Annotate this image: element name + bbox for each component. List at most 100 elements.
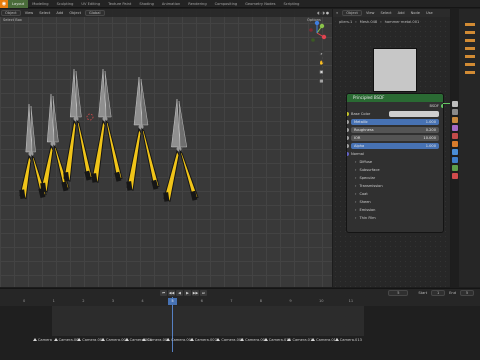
input-socket[interactable] <box>347 136 349 140</box>
workspace-tab[interactable]: Shading <box>135 0 158 8</box>
bsdf-output-socket[interactable] <box>441 104 443 108</box>
playhead-frame[interactable]: 5 <box>168 298 177 305</box>
node-title[interactable]: Principled BSDF <box>347 94 443 102</box>
node-value-slider[interactable]: Metallic 1.000 <box>351 119 439 125</box>
outliner-item-icon[interactable] <box>465 63 475 66</box>
node-panel-toggle[interactable]: › Specular <box>347 174 443 182</box>
pliers-jaw <box>104 70 112 118</box>
chevron-right-icon: › <box>355 192 357 196</box>
node-panel-toggle[interactable]: › Subsurface <box>347 166 443 174</box>
use-nodes-toggle[interactable]: Use <box>423 11 436 15</box>
camera-icon[interactable]: ▣ <box>318 68 325 75</box>
ruler-frame-number: 11 <box>348 299 354 303</box>
input-socket[interactable] <box>347 128 349 132</box>
node-value-slider[interactable]: Roughness 0.200 <box>351 127 439 133</box>
outliner-item-icon[interactable] <box>465 55 475 58</box>
workspace-tab[interactable]: Compositing <box>211 0 242 8</box>
node-panel-toggle[interactable]: › Thin Film <box>347 214 443 222</box>
navigation-gizmo[interactable] <box>304 20 330 46</box>
playhead[interactable] <box>172 297 173 352</box>
workspace-tab[interactable]: UV Editing <box>77 0 104 8</box>
outliner-item-icon[interactable] <box>465 23 475 26</box>
playback-button[interactable]: ◀◀ <box>168 290 175 296</box>
viewport-shading-icons[interactable]: ◐ ◑ ● <box>314 11 332 15</box>
workspace-tab[interactable]: Rendering <box>184 0 210 8</box>
modifier-tab-icon[interactable] <box>452 157 458 163</box>
timeline-ruler[interactable] <box>0 297 480 306</box>
scene-tab-icon[interactable] <box>452 133 458 139</box>
breadcrumb-object[interactable]: pliers.1 <box>339 20 352 24</box>
mode-dropdown[interactable]: Object <box>1 10 21 16</box>
add-menu[interactable]: Add <box>53 11 66 15</box>
node-panel-toggle[interactable]: › Diffuse <box>347 158 443 166</box>
render-tab-icon[interactable] <box>452 109 458 115</box>
ne-node-menu[interactable]: Node <box>408 11 423 15</box>
base-color-swatch[interactable] <box>389 111 439 117</box>
base-color-socket[interactable] <box>347 112 349 116</box>
pliers-scene <box>19 68 199 203</box>
current-frame-field[interactable]: 5 <box>388 290 409 296</box>
workspace-tab[interactable]: Animation <box>158 0 184 8</box>
timeline-marker[interactable]: Camera.007 <box>189 338 217 342</box>
orientation-dropdown[interactable]: Global <box>85 10 105 16</box>
output-tab-icon[interactable] <box>452 117 458 123</box>
breadcrumb-material[interactable]: hammer metal.001 <box>385 20 420 24</box>
ruler-frame-number: 0 <box>23 299 26 303</box>
timeline-marker[interactable]: Camera <box>32 338 52 342</box>
select-menu[interactable]: Select <box>36 11 53 15</box>
timeline-marker[interactable]: Camera.013 <box>334 338 362 342</box>
workspace-tabs: Layout Modeling Sculpting UV Editing Texture… <box>8 0 303 8</box>
outliner-item-icon[interactable] <box>465 47 475 50</box>
node-panel-toggle[interactable]: › Sheen <box>347 198 443 206</box>
node-type-dropdown[interactable]: Object <box>342 10 362 16</box>
node-panel-toggle[interactable]: › Transmission <box>347 182 443 190</box>
node-panel-toggle[interactable]: › Emission <box>347 206 443 214</box>
playback-button[interactable]: ⏭ <box>200 290 207 296</box>
pliers-handle-left <box>126 127 142 192</box>
breadcrumb-mesh[interactable]: Mesh.048 <box>360 20 377 24</box>
input-socket[interactable] <box>347 144 349 148</box>
object-tab-icon[interactable] <box>452 149 458 155</box>
view-layer-tab-icon[interactable] <box>452 125 458 131</box>
grid-icon[interactable]: ▦ <box>318 77 325 84</box>
select-box-tool[interactable]: Select Box <box>0 18 25 22</box>
workspace-tab[interactable]: Scripting <box>279 0 303 8</box>
view-menu[interactable]: View <box>22 11 37 15</box>
data-tab-icon[interactable] <box>452 165 458 171</box>
properties-panel <box>451 9 480 287</box>
editor-type-icon[interactable]: ⋄ <box>333 11 341 15</box>
principled-bsdf-node[interactable]: Principled BSDF BSDF Base Color Metallic… <box>346 93 444 233</box>
playback-button[interactable]: ⏮ <box>160 290 167 296</box>
workspace-tab[interactable]: Texture Paint <box>104 0 135 8</box>
start-frame-field[interactable]: 1 <box>431 290 446 296</box>
workspace-tab[interactable]: Modeling <box>28 0 52 8</box>
world-tab-icon[interactable] <box>452 141 458 147</box>
outliner-item-icon[interactable] <box>465 71 475 74</box>
slider-label: Alpha <box>354 144 365 148</box>
workspace-tab[interactable]: Geometry Nodes <box>241 0 279 8</box>
playback-button[interactable]: ▶ <box>184 290 191 296</box>
playback-button[interactable]: ▶▶ <box>192 290 199 296</box>
workspace-tab[interactable]: Sculpting <box>53 0 78 8</box>
object-menu[interactable]: Object <box>66 11 84 15</box>
material-tab-icon[interactable] <box>452 173 458 179</box>
playback-button[interactable]: ◀ <box>176 290 183 296</box>
blender-icon[interactable]: ◉ <box>0 0 8 8</box>
zoom-icon[interactable]: ⌕ <box>318 50 325 57</box>
node-value-slider[interactable]: IOR 10.000 <box>351 135 439 141</box>
hand-icon[interactable]: ✋ <box>318 59 325 66</box>
input-socket[interactable] <box>347 120 349 124</box>
ne-select-menu[interactable]: Select <box>378 11 395 15</box>
viewport-3d[interactable] <box>0 9 332 287</box>
outliner-item-icon[interactable] <box>465 39 475 42</box>
outliner-item-icon[interactable] <box>465 31 475 34</box>
breadcrumb: pliers.1 › Mesh.048 › hammer metal.001 <box>339 20 420 24</box>
normal-socket[interactable] <box>347 152 349 156</box>
workspace-tab[interactable]: Layout <box>8 0 29 8</box>
tool-tab-icon[interactable] <box>452 101 458 107</box>
ne-add-menu[interactable]: Add <box>395 11 408 15</box>
node-value-slider[interactable]: Alpha 1.000 <box>351 143 439 149</box>
ne-view-menu[interactable]: View <box>363 11 378 15</box>
node-panel-toggle[interactable]: › Coat <box>347 190 443 198</box>
end-frame-field[interactable]: 5 <box>460 290 474 296</box>
